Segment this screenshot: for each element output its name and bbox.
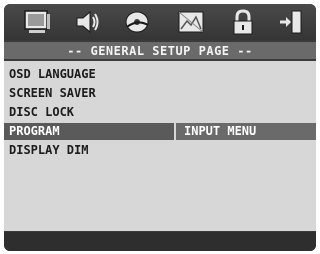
submenu-option-input-menu[interactable]: INPUT MENU [176, 123, 316, 140]
disc-icon[interactable] [122, 8, 152, 36]
menu-item-program[interactable]: PROGRAM [4, 123, 174, 140]
monitor-icon[interactable] [22, 8, 52, 36]
dvd-osd-screen: -- GENERAL SETUP PAGE -- OSD LANGUAGE SC… [4, 4, 316, 251]
exit-icon[interactable] [276, 8, 306, 36]
status-footer [4, 232, 316, 251]
menu-item-display-dim[interactable]: DISPLAY DIM [4, 142, 174, 159]
menu-item-screen-saver[interactable]: SCREEN SAVER [4, 85, 174, 102]
lock-icon[interactable] [228, 8, 258, 36]
menu-item-osd-language[interactable]: OSD LANGUAGE [4, 66, 174, 83]
speaker-icon[interactable] [72, 8, 102, 36]
picture-icon[interactable] [176, 8, 206, 36]
setup-menu-panel: OSD LANGUAGE SCREEN SAVER DISC LOCK PROG… [4, 61, 316, 231]
setup-icon-bar [4, 4, 316, 40]
menu-item-disc-lock[interactable]: DISC LOCK [4, 104, 174, 121]
page-title: -- GENERAL SETUP PAGE -- [4, 42, 316, 59]
